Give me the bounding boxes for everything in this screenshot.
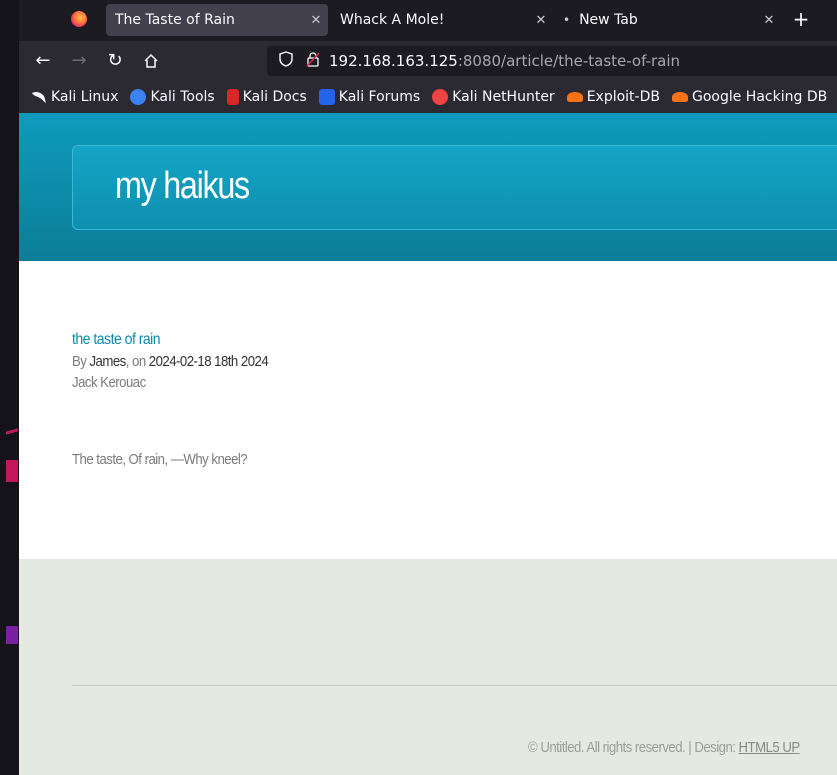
desktop-decoration [6,460,18,482]
tab-new-tab[interactable]: • New Tab ✕ [559,4,781,36]
desktop-decoration [6,428,18,435]
footer-divider [72,685,837,686]
desktop-edge [0,0,19,775]
bookmark-kali-forums[interactable]: Kali Forums [318,89,421,105]
bookmark-google-hacking-db[interactable]: Google Hacking DB [671,89,828,105]
bookmark-label: Kali NetHunter [452,89,555,105]
on-text: , on [125,353,149,370]
tab-whack-a-mole[interactable]: Whack A Mole! ✕ [331,4,553,36]
forward-arrow-icon[interactable]: → [67,49,91,73]
reload-icon[interactable]: ↻ [103,49,127,73]
article-title-link[interactable]: the taste of rain [72,331,161,349]
unloaded-dot-icon: • [563,13,571,27]
article-credit: Jack Kerouac [72,374,146,391]
design-credit-link[interactable]: HTML5 UP [739,739,801,756]
tab-label: New Tab [579,12,638,28]
close-icon[interactable]: ✕ [304,13,328,28]
kali-forums-icon [318,89,335,105]
bookmark-kali-docs[interactable]: Kali Docs [226,89,307,105]
desktop-decoration [6,626,18,644]
back-arrow-icon[interactable]: ← [31,49,55,73]
bookmark-label: Exploit-DB [586,89,660,105]
bookmark-label: Google Hacking DB [691,89,828,105]
kali-docs-icon [226,89,239,105]
article-byline: By James, on 2024-02-18 18th 2024 [72,353,269,370]
close-icon[interactable]: ✕ [529,13,553,28]
article: the taste of rain By James, on 2024-02-1… [72,331,295,468]
article-body: The taste, Of rain, —Why kneel? [72,451,248,468]
shield-icon[interactable] [271,51,301,71]
site-header: my haikus [19,113,837,261]
article-date: 2024-02-18 18th 2024 [148,353,269,370]
navigation-toolbar: ← → ↻ 192.168.163.125:8080/article/the-t… [19,41,837,81]
tab-label: The Taste of Rain [115,12,235,28]
bookmark-label: Kali Linux [51,89,119,105]
bookmark-exploit-db[interactable]: Exploit-DB [566,89,660,105]
site-footer: © Untitled. All rights reserved. | Desig… [19,559,837,775]
article-author: James [89,353,126,370]
bookmark-kali-nethunter[interactable]: Kali NetHunter [432,89,555,105]
url-host: 192.168.163.125 [329,52,458,70]
firefox-icon[interactable] [71,11,87,27]
site-title[interactable]: my haikus [115,165,250,208]
tab-the-taste-of-rain[interactable]: The Taste of Rain ✕ [106,4,328,36]
bookmark-kali-linux[interactable]: Kali Linux [31,89,118,105]
bookmark-kali-tools[interactable]: Kali Tools [130,89,215,105]
close-icon[interactable]: ✕ [757,13,781,28]
address-bar[interactable]: 192.168.163.125:8080/article/the-taste-o… [267,46,837,76]
tab-bar: The Taste of Rain ✕ Whack A Mole! ✕ • Ne… [19,0,837,41]
bookmarks-toolbar: Kali Linux Kali Tools Kali Docs Kali For… [19,81,837,113]
tab-label: Whack A Mole! [340,12,445,28]
home-icon[interactable] [139,49,163,73]
web-page: my haikus the taste of rain By James, on… [19,113,837,775]
url-path: :8080/article/the-taste-of-rain [457,52,681,70]
insecure-lock-icon[interactable] [301,51,325,71]
kali-dragon-icon [31,89,47,105]
ghdb-icon [671,92,688,102]
by-prefix: By [72,353,90,370]
copyright-text: © Untitled. All rights reserved. | Desig… [528,739,739,756]
kali-tools-icon [130,89,147,105]
new-tab-plus-icon[interactable]: + [789,7,813,31]
bookmark-label: Kali Tools [150,89,215,105]
exploit-db-icon [566,92,583,102]
footer-copyright: © Untitled. All rights reserved. | Desig… [528,739,800,756]
bookmark-label: Kali Docs [242,89,307,105]
nethunter-icon [432,89,449,105]
browser-window: The Taste of Rain ✕ Whack A Mole! ✕ • Ne… [19,0,837,775]
bookmark-label: Kali Forums [338,89,421,105]
site-title-box: my haikus [72,145,837,230]
